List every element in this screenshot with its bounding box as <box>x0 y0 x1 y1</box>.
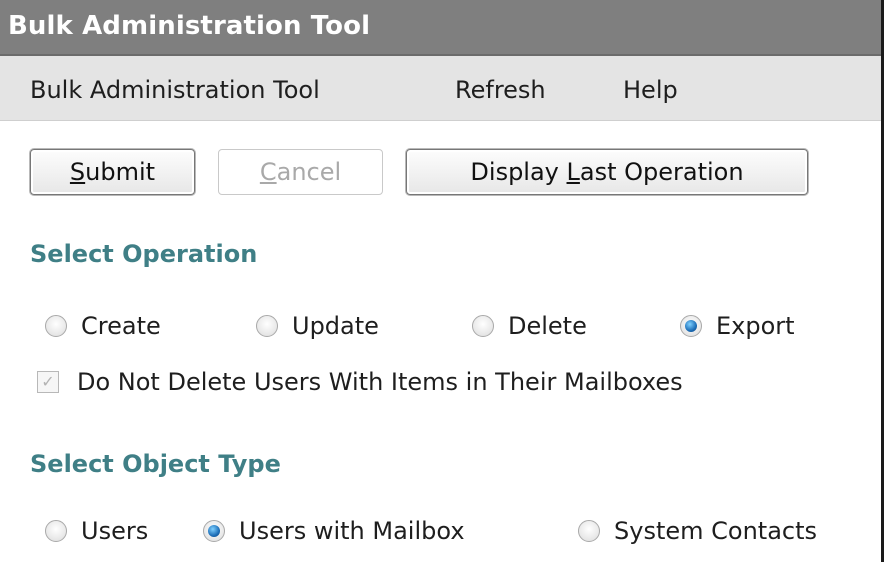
radio-button-icon[interactable] <box>472 315 494 337</box>
radio-button-selected-icon[interactable] <box>203 520 225 542</box>
do-not-delete-users-checkbox-row: ✓ Do Not Delete Users With Items in Thei… <box>37 368 683 396</box>
radio-system-contacts-label: System Contacts <box>614 517 818 545</box>
window-title: Bulk Administration Tool <box>8 11 371 41</box>
radio-update-label: Update <box>292 312 379 340</box>
display-last-operation-button[interactable]: Display Last Operation <box>406 149 808 195</box>
title-bar: Bulk Administration Tool <box>0 0 881 56</box>
radio-button-icon[interactable] <box>256 315 278 337</box>
menu-help[interactable]: Help <box>623 76 678 104</box>
cancel-accel: C <box>259 158 277 186</box>
display-last-label: ast Operation <box>579 158 744 186</box>
menu-bulk-administration-tool[interactable]: Bulk Administration Tool <box>30 76 320 104</box>
radio-export[interactable]: Export <box>680 312 795 340</box>
cancel-label: ancel <box>276 158 342 186</box>
submit-button[interactable]: Submit <box>30 149 195 195</box>
menu-bar: Bulk Administration Tool Refresh Help <box>0 56 881 121</box>
radio-button-selected-icon[interactable] <box>680 315 702 337</box>
radio-button-icon[interactable] <box>578 520 600 542</box>
cancel-button: Cancel <box>218 149 383 195</box>
radio-delete[interactable]: Delete <box>472 312 587 340</box>
display-last-prefix: Display <box>470 158 567 186</box>
radio-users-label: Users <box>81 517 149 545</box>
select-operation-heading: Select Operation <box>30 240 258 268</box>
radio-export-label: Export <box>716 312 795 340</box>
radio-system-contacts[interactable]: System Contacts <box>578 517 817 545</box>
checkmark-icon: ✓ <box>37 371 59 393</box>
menu-refresh[interactable]: Refresh <box>455 76 546 104</box>
submit-accel: S <box>69 158 86 186</box>
radio-create[interactable]: Create <box>45 312 161 340</box>
bulk-admin-window: Bulk Administration Tool Bulk Administra… <box>0 0 884 562</box>
do-not-delete-users-label: Do Not Delete Users With Items in Their … <box>77 368 683 396</box>
radio-button-icon[interactable] <box>45 520 67 542</box>
radio-users-with-mailbox-label: Users with Mailbox <box>239 517 465 545</box>
radio-users[interactable]: Users <box>45 517 148 545</box>
radio-update[interactable]: Update <box>256 312 379 340</box>
select-object-type-heading: Select Object Type <box>30 450 281 478</box>
radio-delete-label: Delete <box>508 312 587 340</box>
display-last-accel: L <box>566 158 580 186</box>
submit-label: ubmit <box>85 158 156 186</box>
radio-create-label: Create <box>81 312 161 340</box>
radio-button-icon[interactable] <box>45 315 67 337</box>
radio-users-with-mailbox[interactable]: Users with Mailbox <box>203 517 465 545</box>
